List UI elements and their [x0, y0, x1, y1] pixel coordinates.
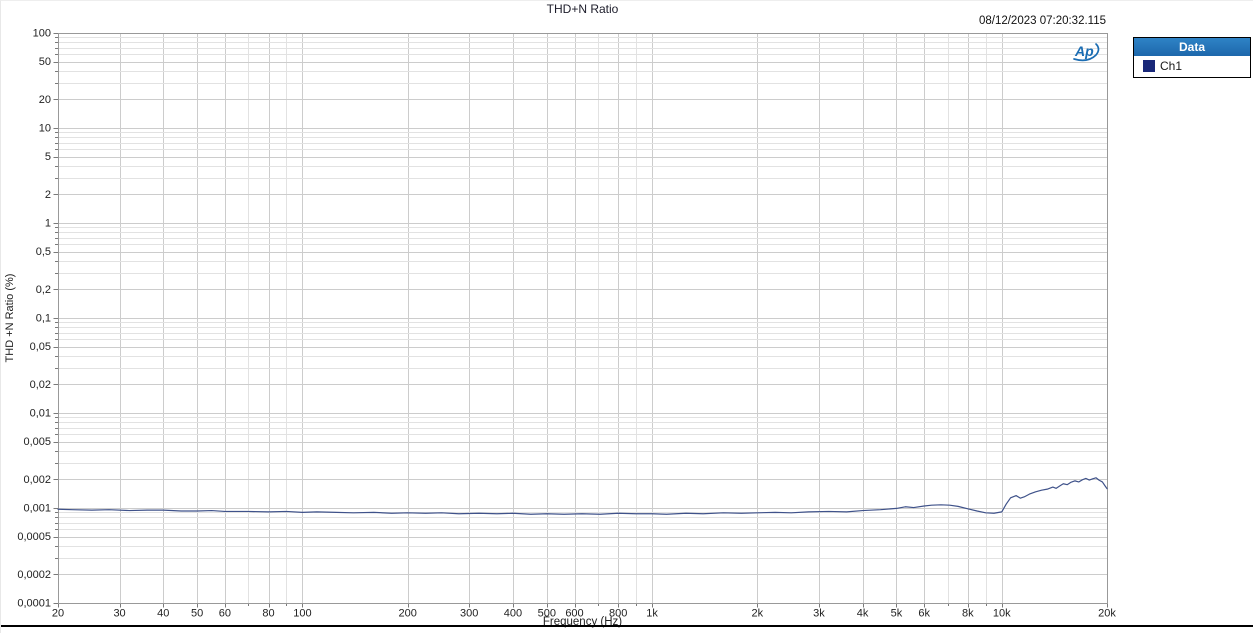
svg-text:1: 1 — [45, 218, 51, 230]
svg-text:0,2: 0,2 — [36, 284, 51, 296]
legend-entry-ch1[interactable]: Ch1 — [1134, 56, 1250, 77]
axis-tick-marks — [53, 33, 1108, 608]
svg-text:0,5: 0,5 — [36, 246, 51, 258]
series-swatch — [1143, 60, 1155, 72]
ap-measurement-panel: THD+N Ratio 08/12/2023 07:20:32.115 20 30… — [0, 0, 1253, 633]
svg-text:0,001: 0,001 — [23, 503, 51, 515]
legend-body: Ch1 — [1134, 56, 1250, 77]
svg-text:Ap: Ap — [1074, 43, 1094, 59]
svg-text:50: 50 — [39, 56, 51, 68]
svg-text:10: 10 — [39, 123, 51, 135]
svg-text:0,05: 0,05 — [30, 341, 51, 353]
y-axis-label: THD +N Ratio (%) — [4, 273, 16, 363]
svg-text:0,005: 0,005 — [23, 436, 51, 448]
svg-text:0,0005: 0,0005 — [17, 531, 51, 543]
series-label: Ch1 — [1160, 59, 1183, 73]
svg-text:5: 5 — [45, 151, 51, 163]
svg-text:20: 20 — [39, 94, 51, 106]
bottom-divider — [1, 625, 1253, 627]
svg-text:2: 2 — [45, 189, 51, 201]
ap-logo-icon: Ap — [1071, 40, 1105, 64]
legend-header: Data — [1134, 38, 1250, 56]
grid-lines — [58, 33, 1108, 604]
chart-canvas[interactable]: 20 30 40 50 60 80 100 200 300 400 500 600 800 1k 2k 3k 4… — [1, 1, 1253, 633]
svg-text:0,01: 0,01 — [30, 408, 51, 420]
axis-tick-labels: 20 30 40 50 60 80 100 200 300 400 500 600 800 1k 2k 3k 4… — [17, 28, 1116, 620]
svg-text:0,1: 0,1 — [36, 313, 51, 325]
svg-text:100: 100 — [33, 28, 51, 40]
svg-text:0,02: 0,02 — [30, 379, 51, 391]
svg-text:0,002: 0,002 — [23, 474, 51, 486]
legend-panel[interactable]: Data Ch1 — [1133, 37, 1251, 78]
svg-text:0,0002: 0,0002 — [17, 569, 51, 581]
svg-text:0,0001: 0,0001 — [17, 598, 51, 610]
